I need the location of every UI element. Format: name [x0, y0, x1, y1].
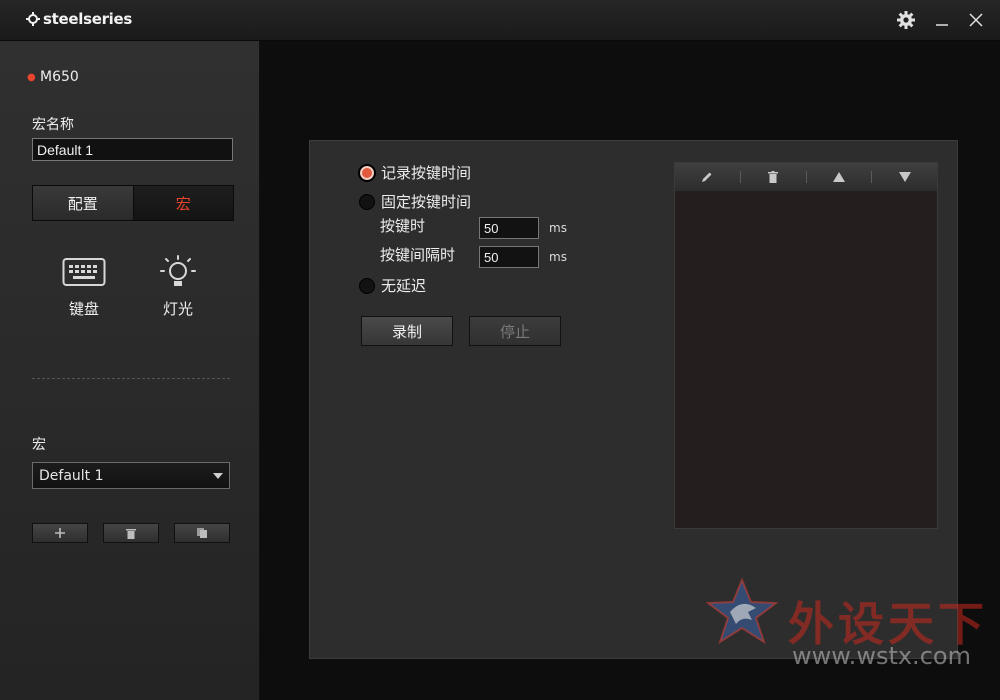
macro-event-list[interactable] [674, 162, 938, 529]
sidebar-divider [32, 378, 230, 379]
plus-icon [55, 528, 65, 538]
pencil-icon [702, 172, 712, 182]
press-time-input[interactable] [479, 217, 539, 239]
mode-tabs: 配置 宏 [32, 185, 234, 221]
status-dot-icon: ● [27, 72, 36, 83]
macro-select-value: Default 1 [39, 467, 104, 484]
interval-input[interactable] [479, 246, 539, 268]
radio-no-delay[interactable] [359, 277, 375, 294]
record-timing-label: 记录按键时间 [381, 164, 472, 182]
macro-section-label: 宏 [32, 437, 46, 453]
minimize-button[interactable] [930, 8, 954, 32]
watermark-url: www.wstx.com [792, 642, 971, 670]
close-button[interactable] [964, 8, 988, 32]
device-name: M650 [40, 69, 79, 85]
arrow-down-icon [898, 172, 911, 182]
press-time-label: 按键时 [380, 217, 426, 235]
edit-event-button[interactable] [675, 163, 740, 191]
option-fixed-timing[interactable]: 固定按键时间 [359, 191, 471, 212]
chevron-down-icon [213, 472, 223, 479]
radio-fixed-timing[interactable] [359, 193, 375, 210]
arrow-up-icon [832, 172, 845, 182]
fixed-timing-label: 固定按键时间 [381, 193, 472, 211]
nav-lighting[interactable]: 灯光 [158, 254, 198, 319]
tab-config[interactable]: 配置 [33, 186, 133, 220]
trash-icon [768, 171, 779, 183]
option-no-delay[interactable]: 无延迟 [359, 275, 426, 296]
nav-keyboard[interactable]: 键盘 [62, 256, 106, 319]
radio-record-timing[interactable] [359, 164, 375, 181]
star-eagle-logo-icon [705, 577, 779, 645]
nav-lighting-label: 灯光 [162, 300, 193, 318]
option-record-timing[interactable]: 记录按键时间 [359, 162, 471, 183]
press-time-unit: ms [549, 221, 567, 235]
trash-icon [126, 528, 136, 539]
copy-macro-button[interactable] [174, 523, 230, 543]
no-delay-label: 无延迟 [381, 277, 427, 295]
gear-icon [897, 11, 915, 29]
brand-name: steelseries [43, 10, 133, 28]
event-list-toolbar [675, 163, 937, 191]
nav-keyboard-label: 键盘 [68, 300, 99, 318]
copy-icon [197, 528, 207, 538]
add-macro-button[interactable] [32, 523, 88, 543]
watermark-logo [705, 577, 779, 648]
minimize-icon [936, 24, 948, 26]
steelseries-logo: steelseries [26, 10, 132, 28]
device-indicator: ● [27, 68, 36, 84]
stop-button[interactable]: 停止 [469, 316, 561, 346]
steelseries-logo-icon [26, 12, 40, 26]
tab-macro[interactable]: 宏 [132, 186, 233, 220]
interval-unit: ms [549, 250, 567, 264]
keyboard-icon [62, 258, 106, 286]
macro-select[interactable]: Default 1 [32, 462, 230, 489]
light-bulb-icon [160, 255, 196, 286]
settings-button[interactable] [894, 8, 918, 32]
close-icon [969, 13, 983, 27]
macro-name-input[interactable] [32, 138, 233, 161]
delete-macro-button[interactable] [103, 523, 159, 543]
delete-event-button[interactable] [741, 163, 806, 191]
move-down-button[interactable] [872, 163, 937, 191]
record-button[interactable]: 录制 [361, 316, 453, 346]
macro-name-label: 宏名称 [32, 117, 74, 133]
move-up-button[interactable] [807, 163, 872, 191]
interval-label: 按键间隔时 [380, 246, 456, 264]
title-bar: steelseries [0, 0, 1000, 41]
